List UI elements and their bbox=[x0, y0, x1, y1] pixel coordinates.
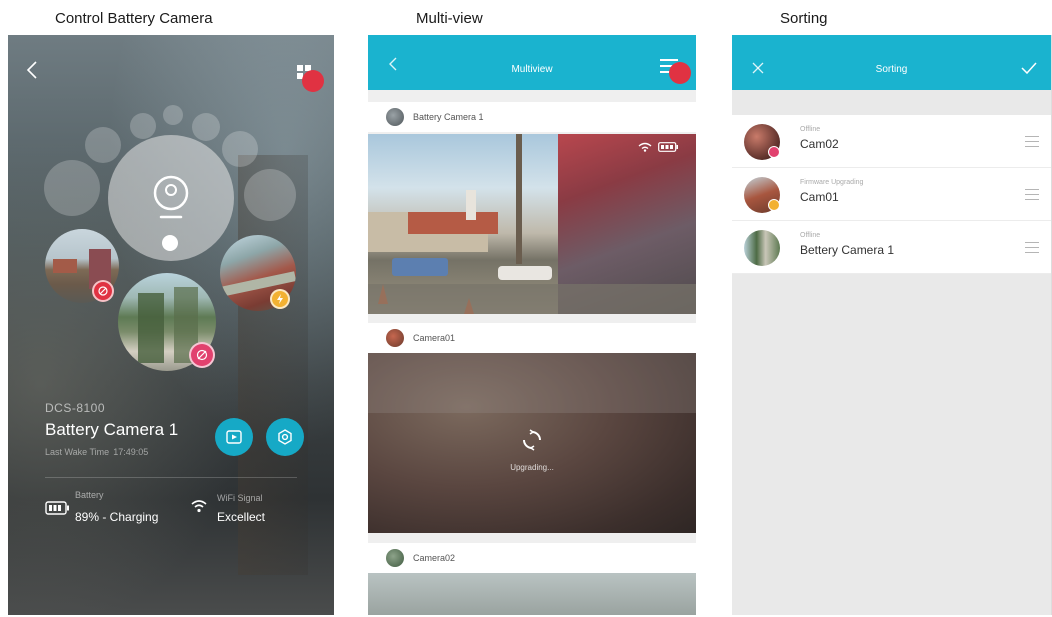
drag-handle-icon[interactable] bbox=[1025, 189, 1039, 204]
camera-feed-camera01[interactable]: Upgrading... bbox=[368, 353, 696, 533]
camera-feed-camera02[interactable] bbox=[368, 573, 696, 615]
upgrading-status: Upgrading... bbox=[510, 463, 554, 472]
camera-section-header[interactable]: Battery Camera 1 bbox=[368, 102, 696, 132]
sorting-screen: Sorting Offline Cam02 Firmware Upgrading… bbox=[732, 35, 1052, 615]
battery-value: 89% - Charging bbox=[75, 510, 159, 524]
upgrade-badge bbox=[768, 199, 780, 211]
camera-off-badge bbox=[189, 342, 215, 368]
caption-sorting: Sorting bbox=[780, 10, 828, 27]
list-item[interactable]: Firmware Upgrading Cam01 bbox=[732, 168, 1051, 221]
chevron-left-icon[interactable] bbox=[26, 59, 38, 87]
battery-icon bbox=[658, 142, 678, 152]
last-wake-time: Last Wake Time 17:49:05 bbox=[45, 447, 149, 457]
notification-dot bbox=[669, 62, 691, 84]
battery-label: Battery bbox=[75, 490, 104, 500]
camera-section-header[interactable]: Camera01 bbox=[368, 323, 696, 353]
caption-multiview: Multi-view bbox=[416, 10, 483, 27]
battery-icon bbox=[45, 501, 69, 515]
camera-off-badge bbox=[768, 146, 780, 158]
camera-model: DCS-8100 bbox=[45, 401, 106, 415]
refresh-icon bbox=[523, 429, 541, 451]
sorting-title: Sorting bbox=[875, 64, 908, 75]
control-screen: DCS-8100 Battery Camera 1 Last Wake Time… bbox=[8, 35, 334, 615]
drag-handle-icon[interactable] bbox=[1025, 242, 1039, 257]
sort-list: Offline Cam02 Firmware Upgrading Cam01 O… bbox=[732, 115, 1051, 274]
camera-feed-battery-camera-1[interactable] bbox=[368, 134, 696, 314]
upgrade-badge bbox=[270, 289, 290, 309]
check-icon[interactable] bbox=[1021, 62, 1037, 74]
placeholder-bubble bbox=[244, 169, 296, 221]
wifi-icon bbox=[191, 500, 207, 513]
wifi-value: Excellect bbox=[217, 510, 266, 524]
multiview-topbar: Multiview bbox=[368, 35, 696, 90]
notification-dot bbox=[302, 70, 324, 92]
playback-icon bbox=[226, 430, 242, 444]
placeholder-bubble bbox=[44, 160, 100, 216]
list-item[interactable]: Offline Bettery Camera 1 bbox=[732, 221, 1051, 274]
camera-section-header[interactable]: Camera02 bbox=[368, 543, 696, 573]
playback-button[interactable] bbox=[215, 418, 253, 456]
gear-icon bbox=[278, 429, 292, 445]
wifi-label: WiFi Signal bbox=[217, 493, 263, 503]
caption-control: Control Battery Camera bbox=[55, 10, 213, 27]
settings-button[interactable] bbox=[266, 418, 304, 456]
sorting-topbar: Sorting bbox=[732, 35, 1051, 90]
multiview-title: Multiview bbox=[511, 64, 553, 75]
wifi-icon bbox=[638, 142, 652, 152]
camera-name: Battery Camera 1 bbox=[45, 420, 179, 439]
status-dot bbox=[162, 235, 178, 251]
offline-badge bbox=[92, 280, 114, 302]
list-item[interactable]: Offline Cam02 bbox=[732, 115, 1051, 168]
drag-handle-icon[interactable] bbox=[1025, 136, 1039, 151]
multiview-screen: Multiview Battery Camera 1 Camera01 Upgr… bbox=[368, 35, 696, 615]
placeholder-bubble bbox=[163, 105, 183, 125]
